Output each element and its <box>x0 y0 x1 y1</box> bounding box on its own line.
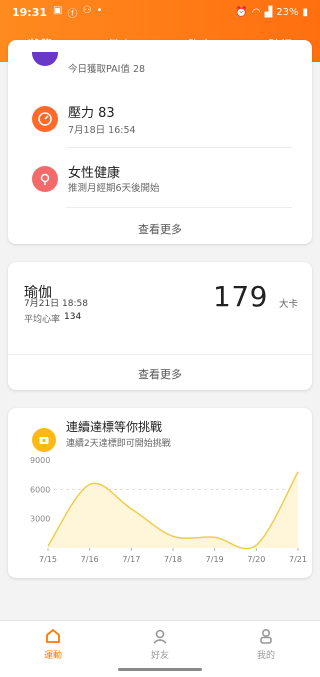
women-health-sub: 推測月經期6天後開始 <box>68 183 160 194</box>
y-tick-label: 3000 <box>30 515 50 524</box>
calories-value: 179 <box>213 280 268 313</box>
signal-icon: ▟ <box>264 6 273 18</box>
notification-icon: ⚇ <box>82 4 92 16</box>
challenge-card[interactable]: 連續達標等你挑戰 連續2天達標即可開始挑戰 9000 6000 3000 7/15 7/… <box>8 408 312 578</box>
nav-profile-label: 我的 <box>256 651 275 661</box>
x-tick-label: 7/20 <box>247 555 265 564</box>
nav-workout-label: 運動 <box>43 651 62 661</box>
yoga-workout-card[interactable]: 瑜伽 7月21日 18:58 平均心率 134 179 大卡 查看更多 <box>8 262 312 390</box>
home-icon <box>46 628 60 643</box>
workout-date: 7月21日 18:58 <box>24 299 88 309</box>
divider <box>66 147 292 148</box>
calories-unit: 大卡 <box>278 299 298 310</box>
home-indicator <box>118 668 202 671</box>
divider <box>66 207 292 208</box>
challenge-subtitle: 連續2天達標即可開始挑戰 <box>66 439 171 449</box>
avg-heart-rate-label: 平均心率 <box>24 315 61 325</box>
x-tick-label: 7/21 <box>289 555 307 564</box>
women-health-icon <box>32 166 58 192</box>
x-tick-label: 7/15 <box>39 555 57 564</box>
y-tick-label: 9000 <box>30 456 50 465</box>
friends-icon <box>153 629 167 644</box>
nav-workout[interactable]: 運動 <box>13 627 93 661</box>
nav-friends[interactable]: 好友 <box>120 627 200 661</box>
facebook-icon: ⓕ <box>67 8 78 20</box>
view-more-link[interactable]: 查看更多 <box>8 366 312 382</box>
stress-gauge-icon <box>32 106 58 132</box>
avg-heart-rate-value: 134 <box>64 312 82 322</box>
alarm-icon: ⏰ <box>235 6 248 18</box>
x-tick-label: 7/17 <box>122 555 140 564</box>
women-health-title: 女性健康 <box>68 166 121 181</box>
divider <box>8 354 312 355</box>
challenge-title: 連續達標等你挑戰 <box>66 420 163 434</box>
stress-time: 7月18日 16:54 <box>68 125 136 136</box>
image-icon: ▣ <box>53 4 63 16</box>
pai-text: 今日獲取PAI值 28 <box>68 64 146 75</box>
series-area <box>48 471 298 549</box>
battery-icon: ▮ <box>302 6 308 18</box>
medal-icon <box>32 428 56 452</box>
battery-percent: 23% <box>276 6 299 18</box>
steps-line-chart: 9000 6000 3000 7/15 7/16 7/17 7/18 7/19 7/20 7/21 <box>30 456 307 564</box>
x-tick-label: 7/18 <box>164 555 182 564</box>
stress-title: 壓力 83 <box>68 106 115 121</box>
wifi-icon: ◠ <box>251 6 261 18</box>
profile-icon <box>260 628 272 644</box>
x-tick-label: 7/16 <box>81 555 99 564</box>
nav-friends-label: 好友 <box>150 651 169 661</box>
x-tick-label: 7/19 <box>206 555 224 564</box>
status-bar: 19:31 ▣ ⓕ ⚇ • ⏰ ◠ ▟ 23% ▮ <box>0 0 320 24</box>
status-time: 19:31 <box>12 5 48 19</box>
nav-profile[interactable]: 我的 <box>226 627 306 661</box>
y-tick-label: 6000 <box>30 485 50 494</box>
dot-icon: • <box>96 4 103 16</box>
view-more-link[interactable]: 查看更多 <box>8 221 312 237</box>
pai-icon <box>32 52 58 66</box>
health-summary-card: 今日獲取PAI值 28 壓力 83 7月18日 16:54 女性健康 推測月經期… <box>8 40 312 244</box>
